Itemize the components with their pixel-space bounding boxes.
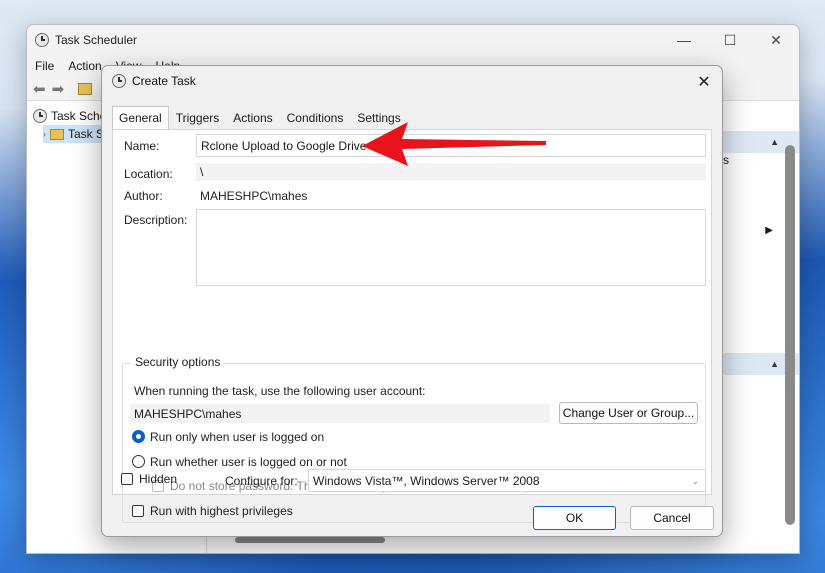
highest-privileges-checkbox[interactable] <box>132 505 144 517</box>
tree-item-label: Task S <box>68 127 105 141</box>
tab-strip: General Triggers Actions Conditions Sett… <box>112 106 408 130</box>
security-options-title: Security options <box>131 355 225 369</box>
clock-icon <box>33 109 47 123</box>
main-title-bar: Task Scheduler — ☐ ✕ <box>27 25 799 55</box>
forward-arrow-icon[interactable]: ➡ <box>52 80 65 98</box>
collapse-up-icon[interactable]: ▲ <box>770 137 779 147</box>
main-window-title: Task Scheduler <box>55 33 138 47</box>
location-value: \ <box>196 163 706 181</box>
description-textarea[interactable] <box>196 209 706 286</box>
menu-action[interactable]: Action <box>68 59 101 73</box>
create-task-dialog: Create Task ✕ General Triggers Actions C… <box>101 65 723 537</box>
description-label: Description: <box>124 213 188 227</box>
close-button[interactable]: ✕ <box>753 25 799 55</box>
author-value: MAHESHPC\mahes <box>200 189 308 203</box>
run-whether-radio[interactable] <box>132 455 145 468</box>
chevron-down-icon: ⌄ <box>691 476 699 486</box>
general-tab-panel: Name: Rclone Upload to Google Drive Loca… <box>112 129 712 523</box>
location-label: Location: <box>124 167 173 181</box>
dialog-title-bar: Create Task <box>102 66 722 96</box>
chevron-right-icon[interactable]: › <box>43 129 46 139</box>
account-prompt: When running the task, use the following… <box>134 384 426 398</box>
user-account-value: MAHESHPC\mahes <box>130 404 550 423</box>
submenu-arrow-icon[interactable]: ▶ <box>765 225 773 236</box>
run-logged-on-radio[interactable] <box>132 430 145 443</box>
name-input[interactable]: Rclone Upload to Google Drive <box>196 134 706 157</box>
dialog-title: Create Task <box>132 74 196 88</box>
folder-icon[interactable] <box>78 82 93 95</box>
back-arrow-icon[interactable]: ⬅ <box>33 80 46 98</box>
minimize-button[interactable]: — <box>661 25 707 55</box>
hidden-label[interactable]: Hidden <box>139 472 177 486</box>
menu-file[interactable]: File <box>35 59 54 73</box>
hidden-checkbox[interactable] <box>121 473 133 485</box>
security-options-group: Security options When running the task, … <box>122 355 706 523</box>
run-whether-label[interactable]: Run whether user is logged on or not <box>150 455 347 469</box>
window-controls: — ☐ ✕ <box>661 25 799 55</box>
run-logged-on-label[interactable]: Run only when user is logged on <box>150 430 324 444</box>
collapse-up-icon[interactable]: ▲ <box>770 359 779 369</box>
horizontal-scrollbar[interactable] <box>235 537 385 543</box>
highest-privileges-label[interactable]: Run with highest privileges <box>150 504 293 518</box>
vertical-scrollbar[interactable] <box>785 145 795 525</box>
tab-settings[interactable]: Settings <box>350 106 407 130</box>
close-icon[interactable]: ✕ <box>692 70 716 94</box>
maximize-button[interactable]: ☐ <box>707 25 753 55</box>
folder-icon <box>50 128 64 140</box>
tab-general[interactable]: General <box>112 106 169 130</box>
tab-conditions[interactable]: Conditions <box>280 106 351 130</box>
name-label: Name: <box>124 139 160 153</box>
ok-button[interactable]: OK <box>533 506 616 530</box>
configure-for-select[interactable]: Windows Vista™, Windows Server™ 2008 ⌄ <box>308 469 706 492</box>
actions-item-fragment: s <box>723 153 729 167</box>
tab-actions[interactable]: Actions <box>226 106 279 130</box>
change-user-button[interactable]: Change User or Group... <box>559 402 698 424</box>
configure-for-label: Configure for: <box>225 474 298 488</box>
clock-icon <box>35 33 49 47</box>
cancel-button[interactable]: Cancel <box>630 506 714 530</box>
clock-icon <box>112 74 126 88</box>
author-label: Author: <box>124 189 163 203</box>
configure-for-value: Windows Vista™, Windows Server™ 2008 <box>313 473 540 488</box>
tab-triggers[interactable]: Triggers <box>169 106 227 130</box>
